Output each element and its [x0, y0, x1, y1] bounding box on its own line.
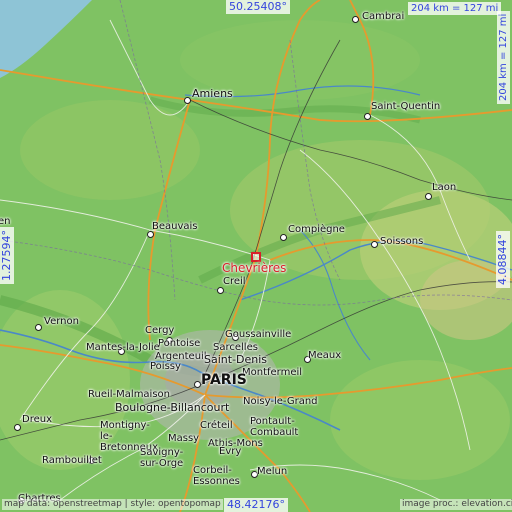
city-dot-creil	[217, 287, 224, 294]
scale-vertical-label: 204 km = 127 mi	[497, 10, 510, 104]
city-label-melun[interactable]: Melun	[257, 466, 287, 477]
city-label-pontoise[interactable]: Pontoise	[158, 338, 200, 349]
city-label-saint-denis[interactable]: Saint-Denis	[204, 354, 267, 365]
city-label-laon[interactable]: Laon	[432, 182, 456, 193]
city-label-beauvais[interactable]: Beauvais	[152, 221, 198, 232]
city-label-soissons[interactable]: Soissons	[380, 236, 423, 247]
city-dot-beauvais	[147, 231, 154, 238]
city-label-mantes-la-jolie[interactable]: Mantes-la-Jolie	[86, 342, 160, 353]
city-dot-paris	[194, 381, 201, 388]
city-label-pontault-combault[interactable]: Pontault-Combault	[250, 416, 310, 438]
coord-south-label: 48.42176°	[224, 498, 288, 512]
coord-north-label: 50.25408°	[226, 0, 290, 14]
coord-east-label: 4.08844°	[496, 231, 510, 288]
city-label-sarcelles[interactable]: Sarcelles	[213, 342, 258, 353]
city-label-meaux[interactable]: Meaux	[308, 350, 341, 361]
city-dot-cambrai	[352, 16, 359, 23]
city-dot-amiens	[184, 97, 191, 104]
image-processing-credit: image proc.: elevation.city	[400, 499, 512, 510]
city-label-partial-left: en	[0, 216, 11, 227]
city-label-cambrai[interactable]: Cambrai	[362, 11, 404, 22]
city-label-corbeil-essonnes[interactable]: Corbeil-Essonnes	[193, 465, 248, 487]
city-label-evry[interactable]: Évry	[219, 446, 241, 457]
city-label-poissy[interactable]: Poissy	[150, 361, 181, 372]
city-dot-dreux	[14, 424, 21, 431]
city-label-saint-quentin[interactable]: Saint-Quentin	[371, 101, 440, 112]
map-credit-label: map data: openstreetmap | style: opentop…	[2, 499, 223, 510]
city-dot-soissons	[371, 241, 378, 248]
city-dot-laon	[425, 193, 432, 200]
city-label-goussainville[interactable]: Goussainville	[225, 329, 291, 340]
city-label-rueil-malmaison[interactable]: Rueil-Malmaison	[88, 389, 170, 400]
city-dot-compiegne	[280, 234, 287, 241]
city-label-amiens[interactable]: Amiens	[192, 88, 233, 99]
city-label-rambouillet[interactable]: Rambouillet	[42, 455, 102, 466]
city-label-savigny-sur-orge[interactable]: Savigny-sur-Orge	[140, 447, 195, 469]
city-label-boulogne-billancourt[interactable]: Boulogne-Billancourt	[115, 402, 229, 413]
map-view[interactable]: Cambrai Amiens Saint-Quentin Laon Compiè…	[0, 0, 512, 512]
city-label-montfermeil[interactable]: Montfermeil	[242, 367, 302, 378]
city-label-vernon[interactable]: Vernon	[44, 316, 79, 327]
city-label-compiegne[interactable]: Compiègne	[288, 224, 345, 235]
target-location-label[interactable]: Chevrières	[222, 261, 286, 275]
city-label-creil[interactable]: Creil	[223, 276, 246, 287]
city-label-paris[interactable]: PARIS	[201, 373, 247, 387]
city-label-dreux[interactable]: Dreux	[22, 414, 52, 425]
city-label-noisy-le-grand[interactable]: Noisy-le-Grand	[243, 396, 318, 407]
city-label-creteil[interactable]: Créteil	[200, 420, 233, 431]
scale-horizontal-label: 204 km = 127 mi	[408, 2, 502, 15]
city-dot-vernon	[35, 324, 42, 331]
city-dot-saint-quentin	[364, 113, 371, 120]
coord-west-label: 1.27594°	[0, 227, 14, 284]
city-label-cergy[interactable]: Cergy	[145, 325, 174, 336]
city-label-massy[interactable]: Massy	[168, 433, 199, 444]
